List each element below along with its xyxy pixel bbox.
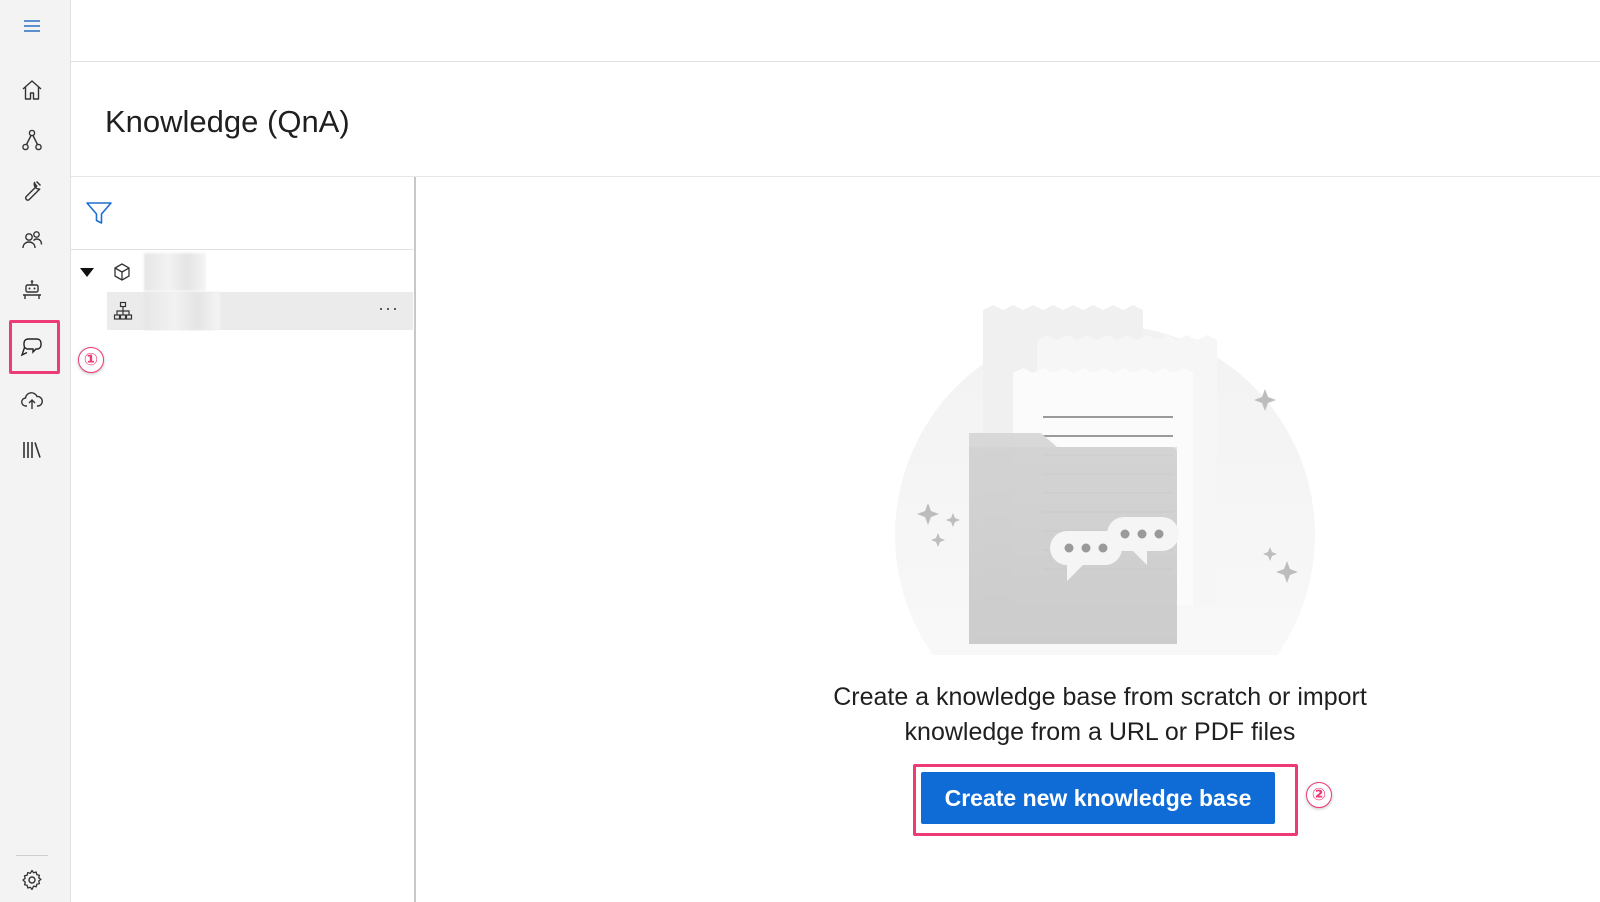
caret-down-icon[interactable] xyxy=(79,266,95,278)
flow-icon xyxy=(22,129,42,151)
tree-node-root[interactable] xyxy=(71,253,413,291)
gear-icon xyxy=(22,869,42,891)
hamburger-icon xyxy=(24,20,40,32)
create-knowledge-base-button[interactable]: Create new knowledge base xyxy=(921,772,1275,824)
hamburger-menu-button[interactable] xyxy=(14,8,50,44)
nav-item-qna[interactable] xyxy=(14,329,50,365)
wrench-icon xyxy=(25,181,41,201)
tree-panel: ··· xyxy=(71,177,416,902)
tree-node-knowledge-base[interactable]: ··· xyxy=(107,292,413,330)
top-bar xyxy=(71,0,1600,62)
nav-item-bot[interactable] xyxy=(14,272,50,308)
nav-item-library[interactable] xyxy=(14,432,50,468)
description-line-2: knowledge from a URL or PDF files xyxy=(904,718,1296,746)
nav-item-users[interactable] xyxy=(14,222,50,258)
redacted-node-name xyxy=(144,292,220,330)
chat-bubbles-icon xyxy=(20,338,42,357)
hierarchy-icon xyxy=(113,301,133,320)
people-icon xyxy=(22,231,43,249)
tree-divider xyxy=(71,249,413,250)
nav-item-settings[interactable] xyxy=(14,862,50,898)
nav-item-publish[interactable] xyxy=(14,382,50,418)
description-line-1: Create a knowledge base from scratch or … xyxy=(833,683,1367,711)
more-options-button[interactable]: ··· xyxy=(378,298,399,319)
robot-icon xyxy=(23,280,41,299)
empty-state-description: Create a knowledge base from scratch or … xyxy=(760,680,1440,750)
nav-rail xyxy=(0,0,71,902)
rail-divider xyxy=(16,855,48,856)
cloud-upload-icon xyxy=(21,392,43,409)
nav-item-flows[interactable] xyxy=(14,122,50,158)
knowledge-base-illustration xyxy=(895,305,1315,655)
filter-button[interactable] xyxy=(85,199,113,227)
nav-item-tools[interactable] xyxy=(14,172,50,208)
redacted-node-name xyxy=(144,253,206,291)
home-icon xyxy=(22,80,42,100)
library-icon xyxy=(23,442,41,458)
page-title: Knowledge (QnA) xyxy=(105,104,350,139)
step2-badge: ② xyxy=(1306,782,1332,808)
cube-icon xyxy=(114,263,130,281)
nav-item-home[interactable] xyxy=(14,72,50,108)
filter-icon xyxy=(86,202,112,224)
